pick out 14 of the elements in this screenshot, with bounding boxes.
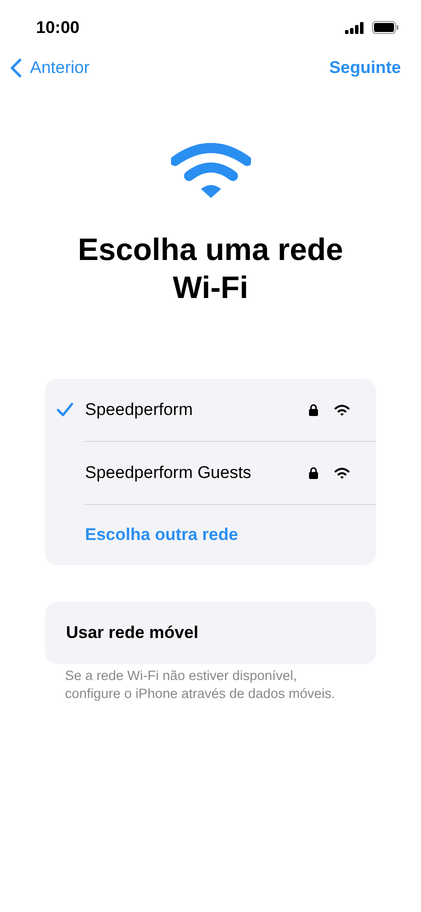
footnote-text: Se a rede Wi-Fi não estiver disponível, configure o iPhone através de dados móveis. <box>65 666 336 703</box>
network-name: Speedperform Guests <box>85 462 252 484</box>
page-title: Escolha uma rede Wi-Fi <box>76 231 344 307</box>
wifi-signal-icon <box>334 404 350 416</box>
status-time: 10:00 <box>36 16 80 39</box>
battery-icon <box>372 21 399 34</box>
network-row[interactable]: Speedperform Guests <box>45 442 376 504</box>
signal-icon <box>345 22 364 34</box>
network-name: Speedperform <box>85 398 194 421</box>
back-chevron-icon <box>10 58 22 78</box>
wifi-icon <box>170 143 250 201</box>
mobile-data-button[interactable]: Usar rede móvel <box>45 602 376 664</box>
wifi-signal-icon <box>334 466 350 479</box>
network-row[interactable]: Speedperform <box>45 378 376 441</box>
